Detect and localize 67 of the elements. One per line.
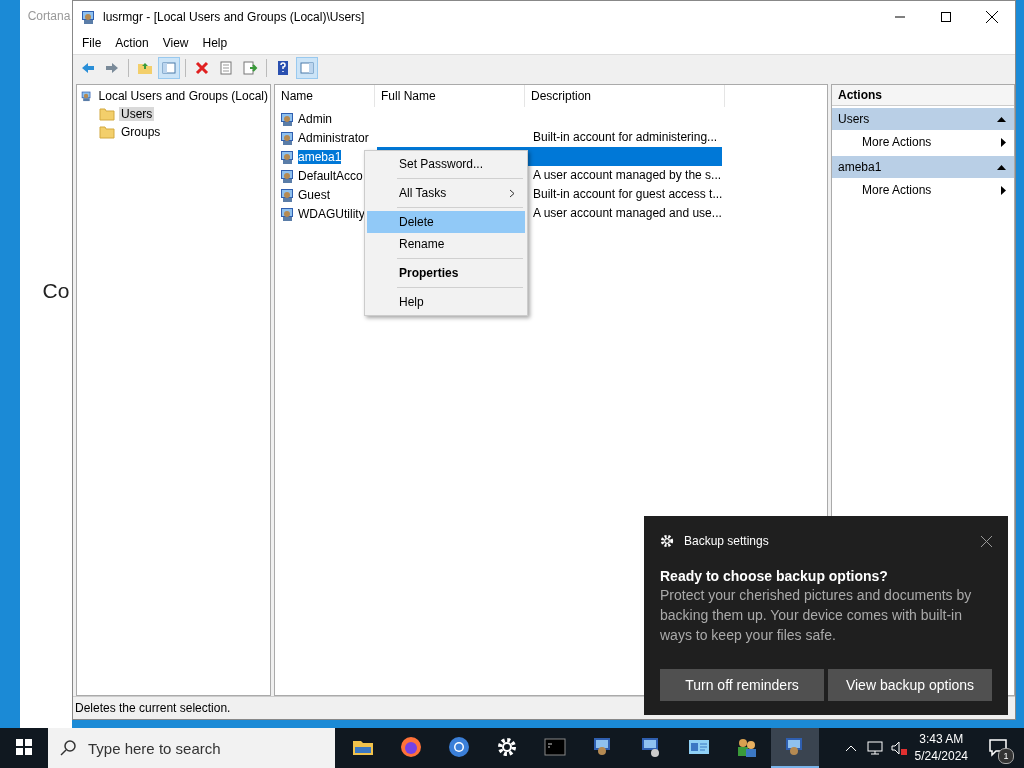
column-header[interactable]: Description [525, 85, 725, 107]
menu-item[interactable]: View [155, 36, 196, 50]
user-icon [280, 129, 296, 146]
cortana-label: Cortana [27, 9, 71, 23]
user-icon [280, 148, 296, 165]
menu-item[interactable]: Help [367, 291, 525, 313]
collapse-triangle-icon [997, 164, 1006, 170]
toast-message: Protect your cherished pictures and documents by backing them up. Your device comes with built-in ways to keep your files safe. [660, 586, 973, 645]
user-name[interactable]: Administrator [298, 130, 369, 145]
description-cell-text: Built-in account for guest access t... [532, 186, 724, 203]
app-icon [81, 8, 97, 25]
search-field[interactable]: Type here to search [48, 728, 335, 768]
user-name[interactable]: Admin [298, 111, 332, 126]
menu-item[interactable]: File [75, 36, 109, 50]
description-cell-text: Built-in account for administering... [532, 129, 719, 146]
tree-item[interactable]: Local Users and Groups (Local) [96, 89, 270, 103]
clock-time[interactable]: 3:43 AM [919, 731, 964, 748]
windows-start-icon[interactable] [16, 739, 32, 755]
clock-date[interactable]: 5/24/2024 [914, 748, 968, 765]
menu-item[interactable]: Set Password... [367, 153, 525, 175]
computer-users-icon[interactable] [771, 728, 819, 768]
tree-item[interactable]: Groups [119, 125, 163, 139]
window-title: lusrmgr - [Local Users and Groups (Local)\Users] [103, 9, 366, 24]
volume-muted-icon[interactable] [890, 741, 907, 755]
description-cell-text: A user account managed and use... [532, 205, 723, 222]
toast-heading: Ready to choose backup options? [660, 568, 889, 584]
menu-item[interactable]: Help [195, 36, 235, 50]
user-name[interactable]: ameba1 [298, 149, 342, 164]
toast-app-name: Backup settings [684, 534, 770, 548]
folder-icon [99, 125, 115, 139]
triangle-right-icon [1001, 137, 1006, 147]
folder-icon [99, 107, 115, 121]
user-icon [280, 186, 296, 203]
menu-item[interactable]: Delete [367, 211, 525, 233]
user-icon [280, 167, 296, 184]
collapse-triangle-icon [997, 116, 1006, 122]
menu-item[interactable]: Rename [367, 233, 525, 255]
close-icon[interactable] [986, 10, 998, 23]
toast-button[interactable]: View backup options [828, 669, 992, 701]
column-header[interactable]: Name [275, 85, 375, 107]
chevron-up-icon[interactable] [844, 744, 857, 752]
action-item[interactable]: More Actions [832, 178, 1014, 202]
maximize-icon[interactable] [941, 11, 951, 22]
menu-item[interactable]: Properties [367, 262, 525, 284]
toast-button[interactable]: Turn off reminders [660, 669, 824, 701]
actions-section-header[interactable]: ameba1 [832, 156, 1014, 178]
user-name[interactable]: DefaultAcco [298, 168, 363, 183]
user-icon [280, 110, 296, 127]
close-icon[interactable] [981, 535, 992, 547]
chevron-right-icon [509, 188, 515, 198]
actions-section-header[interactable]: Users [832, 108, 1014, 130]
actions-title: Actions [832, 85, 1014, 106]
menu-item[interactable]: All Tasks [367, 182, 525, 204]
tree-item[interactable]: Users [119, 107, 155, 121]
panel-text: Co [42, 279, 70, 303]
description-cell-text: A user account managed by the s... [532, 167, 723, 184]
column-header[interactable]: Full Name [375, 85, 525, 107]
user-icon [280, 205, 296, 222]
user-name[interactable]: Guest [298, 187, 330, 202]
search-icon [60, 740, 76, 756]
network-icon[interactable] [866, 741, 883, 755]
menu-item[interactable]: Action [108, 36, 156, 50]
action-item[interactable]: More Actions [832, 130, 1014, 154]
triangle-right-icon [1001, 185, 1006, 195]
user-name[interactable]: WDAGUtility [298, 206, 365, 221]
settings-icon [660, 534, 674, 548]
notification-count: 1 [998, 748, 1014, 764]
